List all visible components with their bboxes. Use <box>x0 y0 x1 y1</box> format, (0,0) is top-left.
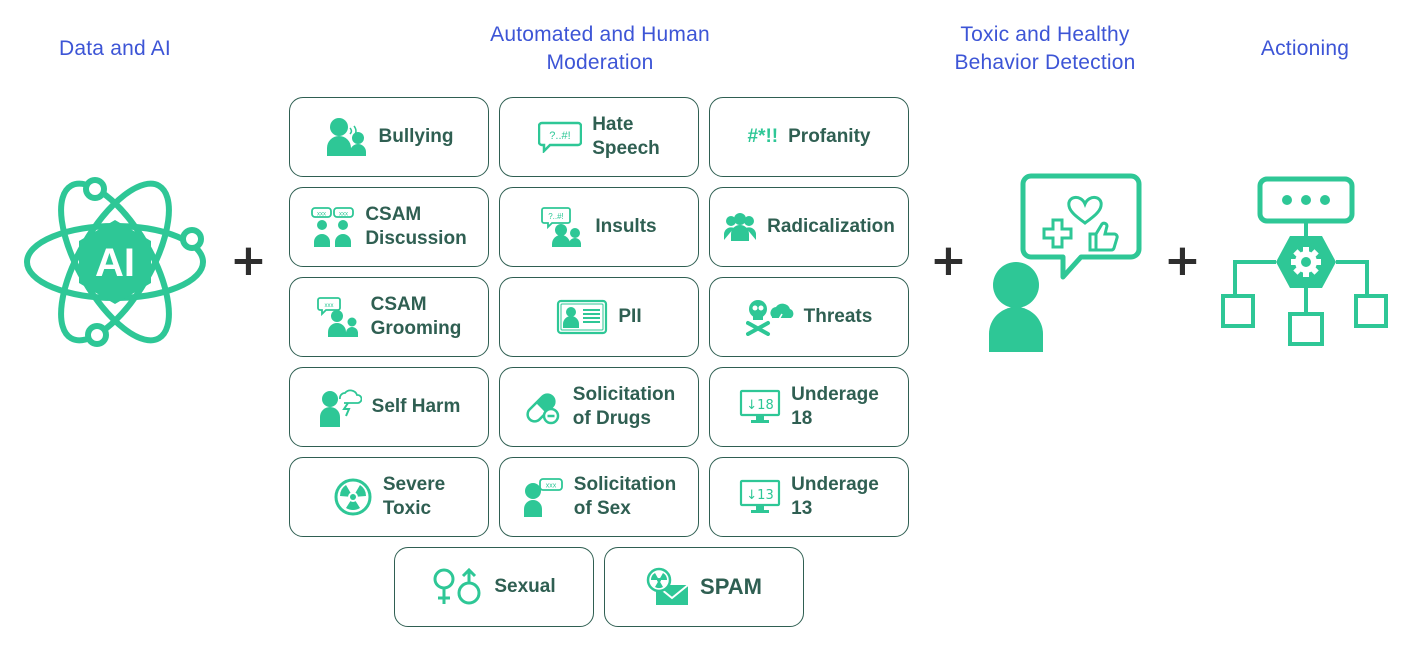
skull-storm-icon <box>745 298 794 336</box>
category-card-csam-grooming: xxx CSAM Grooming <box>289 277 489 357</box>
category-card-insults: ?..#! Insults <box>499 187 699 267</box>
self-harm-icon <box>318 387 362 427</box>
group-icon <box>723 212 757 242</box>
radiation-icon <box>333 477 373 517</box>
svg-text:?..#!: ?..#! <box>549 212 565 221</box>
category-label: Profanity <box>788 126 871 147</box>
svg-text:xxx: xxx <box>546 483 557 490</box>
heading-detection-line2: Behavior Detection <box>954 51 1136 74</box>
atom-ai-icon: AI <box>20 175 210 355</box>
heading-moderation-line2: Moderation <box>546 51 654 74</box>
category-card-profanity: #*!! Profanity <box>709 97 909 177</box>
category-label: Underage 18 <box>791 384 879 429</box>
category-label: Severe Toxic <box>382 474 446 519</box>
category-label: CSAM Grooming <box>370 294 462 339</box>
category-card-radicalization: Radicalization <box>709 187 909 267</box>
svg-text:?..#!: ?..#! <box>550 130 571 142</box>
category-card-threats: Threats <box>709 277 909 357</box>
csam-discussion-icon: xxx xxx <box>311 206 355 248</box>
category-card-bullying: Bullying <box>289 97 489 177</box>
category-label: Solicitation of Drugs <box>572 384 676 429</box>
heading-actioning: Actioning <box>1260 37 1350 60</box>
category-card-self-harm: Self Harm <box>289 367 489 447</box>
category-label: Solicitation of Sex <box>573 474 677 519</box>
plus-operator-1: + <box>230 235 267 286</box>
heading-moderation: Automated and Human Moderation <box>440 21 760 77</box>
plus-operator-3: + <box>1164 235 1201 286</box>
ai-icon-text: AI <box>95 241 135 285</box>
category-label: Insults <box>595 216 657 237</box>
category-card-severe-toxic: Severe Toxic <box>289 457 489 537</box>
category-label: CSAM Discussion <box>365 204 467 249</box>
category-label: SPAM <box>700 574 762 599</box>
insults-icon: ?..#! <box>541 206 585 248</box>
category-label: Bullying <box>378 126 454 147</box>
pill-icon <box>523 388 563 426</box>
category-label: Hate Speech <box>592 114 660 159</box>
category-label: Self Harm <box>371 396 461 417</box>
heading-detection: Toxic and Healthy Behavior Detection <box>920 21 1170 77</box>
svg-text:↓18: ↓18 <box>746 398 773 413</box>
svg-text:xxx: xxx <box>317 212 326 218</box>
bullying-icon <box>325 116 369 158</box>
svg-text:xxx: xxx <box>324 303 333 309</box>
heading-moderation-line1: Automated and Human <box>490 23 710 46</box>
svg-text:↓13: ↓13 <box>746 488 773 503</box>
category-card-sexual: Sexual <box>394 547 594 627</box>
monitor-18-icon: ↓18 <box>739 389 781 425</box>
category-card-csam-discussion: xxx xxx CSAM Discussion <box>289 187 489 267</box>
heading-detection-line1: Toxic and Healthy <box>960 23 1130 46</box>
category-card-solicitation-drugs: Solicitation of Drugs <box>499 367 699 447</box>
category-card-underage-18: ↓18 Underage 18 <box>709 367 909 447</box>
profanity-icon: #*!! <box>747 126 779 147</box>
spam-icon <box>646 567 690 607</box>
category-card-spam: SPAM <box>604 547 804 627</box>
category-label: Underage 13 <box>791 474 879 519</box>
hate-speech-icon: ?..#! <box>538 121 583 153</box>
person-speech-bubble-icon <box>985 172 1145 359</box>
plus-operator-2: + <box>930 235 967 286</box>
heading-data-and-ai: Data and AI <box>59 37 171 60</box>
category-card-hate-speech: ?..#! Hate Speech <box>499 97 699 177</box>
svg-text:xxx: xxx <box>339 212 348 218</box>
csam-grooming-icon: xxx <box>316 296 361 338</box>
id-card-icon <box>556 299 608 335</box>
solicitation-sex-icon: xxx <box>522 477 564 517</box>
gender-symbols-icon <box>432 567 484 607</box>
category-label: Sexual <box>494 576 556 597</box>
category-card-underage-13: ↓13 Underage 13 <box>709 457 909 537</box>
category-label: Threats <box>803 306 873 327</box>
category-label: Radicalization <box>767 216 895 237</box>
category-label: PII <box>618 306 642 327</box>
workflow-hierarchy-icon <box>1220 176 1392 353</box>
category-card-solicitation-sex: xxx Solicitation of Sex <box>499 457 699 537</box>
category-card-pii: PII <box>499 277 699 357</box>
monitor-13-icon: ↓13 <box>739 479 781 515</box>
